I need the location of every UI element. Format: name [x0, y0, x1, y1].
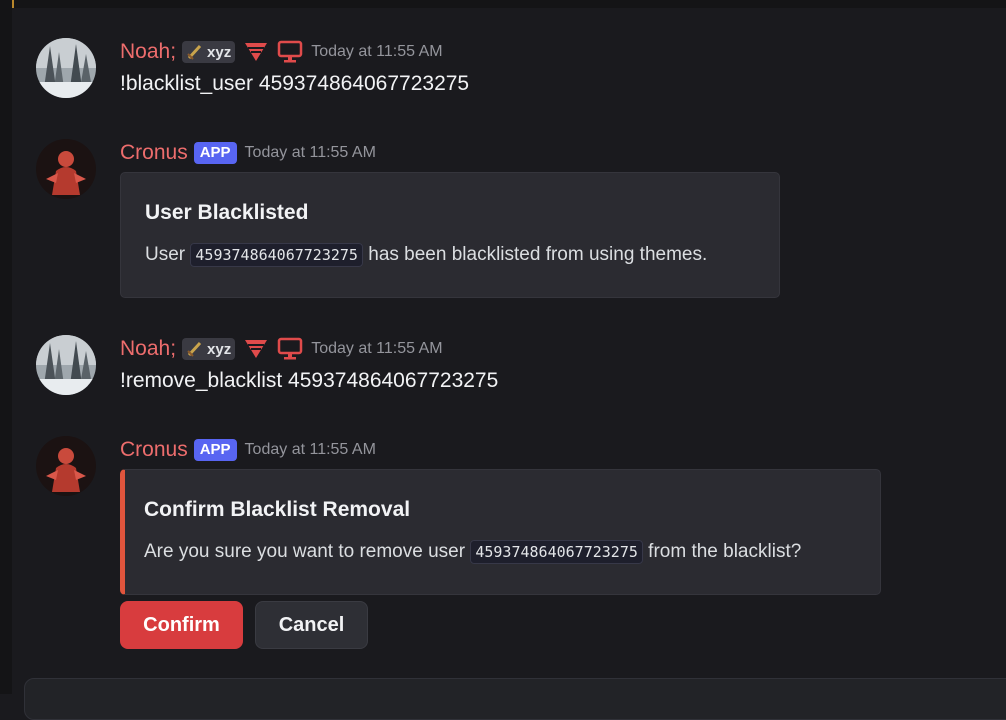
server-sidebar-edge: [0, 8, 12, 694]
server-tag[interactable]: xyz: [182, 338, 236, 360]
embed-desc-before: User: [145, 244, 186, 265]
username[interactable]: Cronus: [120, 141, 188, 165]
embed-user-blacklisted: User Blacklisted User 459374864067723275…: [120, 172, 780, 298]
username[interactable]: Noah;: [120, 40, 176, 64]
desktop-icon[interactable]: [277, 337, 303, 361]
embed-title: Confirm Blacklist Removal: [144, 498, 411, 521]
embed-title: User Blacklisted: [145, 201, 309, 224]
hypesquad-icon[interactable]: [243, 338, 269, 360]
timestamp[interactable]: Today at 11:55 AM: [311, 43, 442, 61]
embed-desc-after: has been blacklisted from using themes.: [368, 244, 708, 265]
avatar-noah[interactable]: [36, 335, 96, 395]
embed-description: Are you sure you want to remove user 459…: [144, 540, 802, 564]
snowy-forest-avatar-icon: [36, 38, 96, 98]
cronus-avatar-icon: [36, 139, 96, 199]
embed-description: User 459374864067723275 has been blackli…: [145, 243, 708, 267]
desktop-icon[interactable]: [277, 40, 303, 64]
avatar-noah[interactable]: [36, 38, 96, 98]
top-strip-mark: [12, 0, 14, 8]
avatar-cronus[interactable]: [36, 436, 96, 496]
user-id-code: 459374864067723275: [470, 540, 643, 564]
server-tag-label: xyz: [207, 340, 232, 358]
sword-icon: [187, 44, 202, 60]
timestamp[interactable]: Today at 11:55 AM: [245, 441, 376, 459]
cancel-button[interactable]: Cancel: [255, 601, 368, 649]
app-badge: APP: [193, 142, 237, 164]
timestamp[interactable]: Today at 11:55 AM: [311, 340, 442, 358]
username[interactable]: Noah;: [120, 337, 176, 361]
message-text: !remove_blacklist 459374864067723275: [120, 369, 499, 392]
confirm-button[interactable]: Confirm: [120, 601, 243, 649]
embed-desc-after: from the blacklist?: [648, 541, 802, 562]
user-id-code: 459374864067723275: [190, 243, 363, 267]
message-text: !blacklist_user 459374864067723275: [120, 72, 470, 95]
username[interactable]: Cronus: [120, 438, 188, 462]
sword-icon: [187, 341, 202, 357]
app-badge: APP: [193, 439, 237, 461]
timestamp[interactable]: Today at 11:55 AM: [245, 144, 376, 162]
hypesquad-icon[interactable]: [243, 41, 269, 63]
embed-confirm-removal: Confirm Blacklist Removal Are you sure y…: [120, 469, 881, 595]
message-composer[interactable]: [24, 678, 1006, 720]
server-tag-label: xyz: [207, 43, 232, 61]
top-strip: [0, 0, 1006, 8]
embed-desc-before: Are you sure you want to remove user: [144, 541, 466, 562]
server-tag[interactable]: xyz: [182, 41, 236, 63]
snowy-forest-avatar-icon: [36, 335, 96, 395]
avatar-cronus[interactable]: [36, 139, 96, 199]
cronus-avatar-icon: [36, 436, 96, 496]
